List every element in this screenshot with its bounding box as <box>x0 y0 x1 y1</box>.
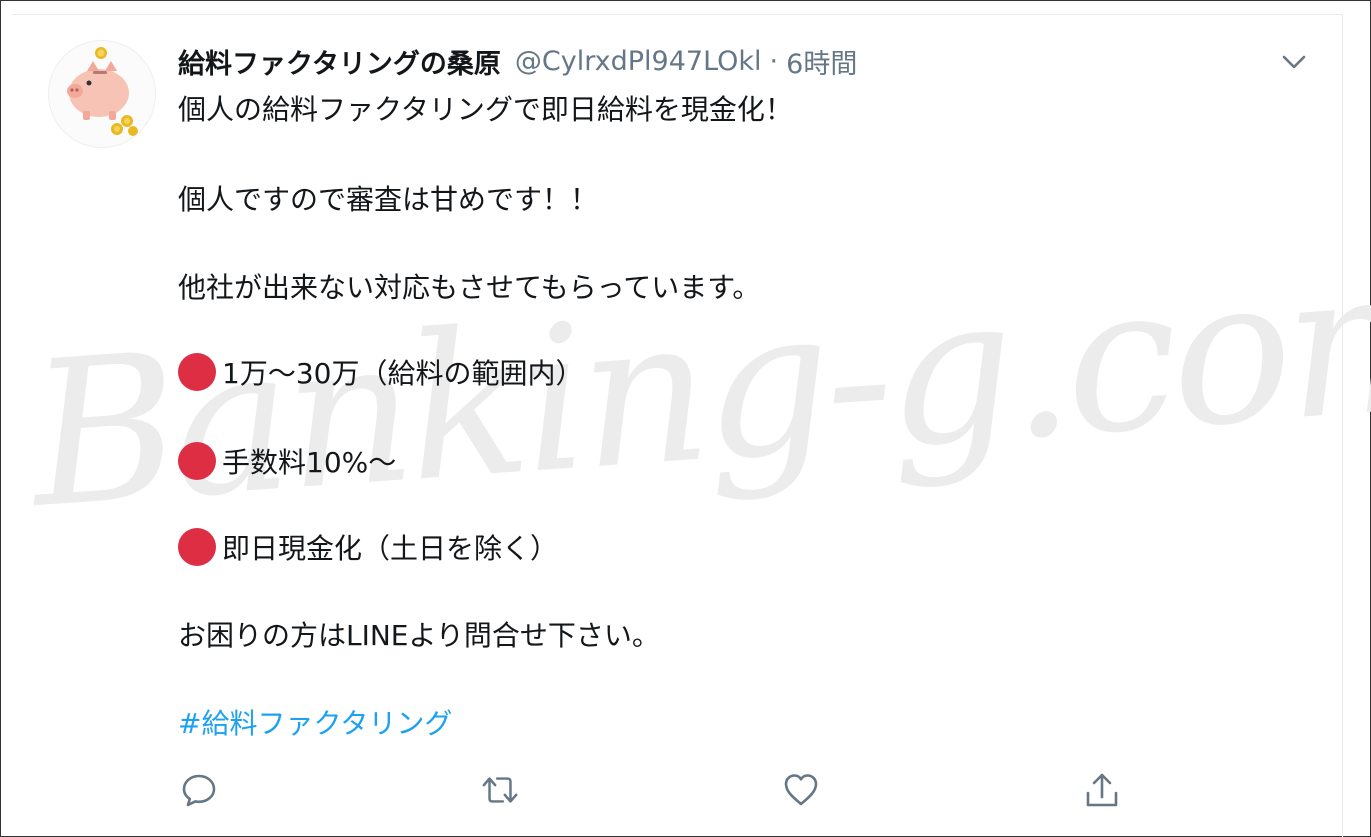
top-divider <box>12 14 1342 15</box>
tweet-bullet-1: 1万～30万（給料の範囲内） <box>178 352 583 392</box>
user-handle[interactable]: @CylrxdPl947LOkl <box>515 46 762 77</box>
red-circle-icon <box>178 528 216 566</box>
tweet-line-3: 他社が出来ない対応もさせてもらっています。 <box>178 271 761 304</box>
like-button[interactable] <box>781 770 821 810</box>
right-divider <box>1342 14 1343 837</box>
hashtag-link[interactable]: #給料ファクタリング <box>178 702 452 742</box>
tweet-time[interactable]: 6時間 <box>786 42 857 81</box>
piggy-bank-icon <box>67 47 138 136</box>
tweet-line-7: お困りの方はLINEより問合せ下さい。 <box>178 619 660 652</box>
avatar[interactable] <box>48 40 156 148</box>
display-name[interactable]: 給料ファクタリングの桑原 <box>178 42 501 81</box>
bullet-text: 即日現金化（土日を除く） <box>222 532 559 565</box>
share-button[interactable] <box>1082 770 1122 810</box>
chevron-down-icon[interactable] <box>1279 50 1309 74</box>
tweet-bullet-3: 即日現金化（土日を除く） <box>178 527 558 567</box>
bullet-text: 手数料10%～ <box>222 446 397 479</box>
reply-icon <box>182 774 216 807</box>
bullet-text: 1万～30万（給料の範囲内） <box>222 357 584 390</box>
share-icon <box>1086 773 1118 807</box>
red-circle-icon <box>178 442 216 480</box>
retweet-button[interactable] <box>480 770 520 810</box>
retweet-icon <box>482 777 518 803</box>
tweet-bullet-2: 手数料10%～ <box>178 441 396 481</box>
hashtag-row: #給料ファクタリング <box>178 702 452 742</box>
tweet-line-2: 個人ですので審査は甘めです！！ <box>178 183 599 216</box>
red-circle-icon <box>178 353 216 391</box>
separator-dot: · <box>769 45 779 77</box>
tweet-header: 給料ファクタリングの桑原 @CylrxdPl947LOkl · 6時間 <box>178 40 857 82</box>
reply-button[interactable] <box>179 770 219 810</box>
heart-icon <box>784 774 818 806</box>
tweet-line-1: 個人の給料ファクタリングで即日給料を現金化！ <box>178 93 793 126</box>
